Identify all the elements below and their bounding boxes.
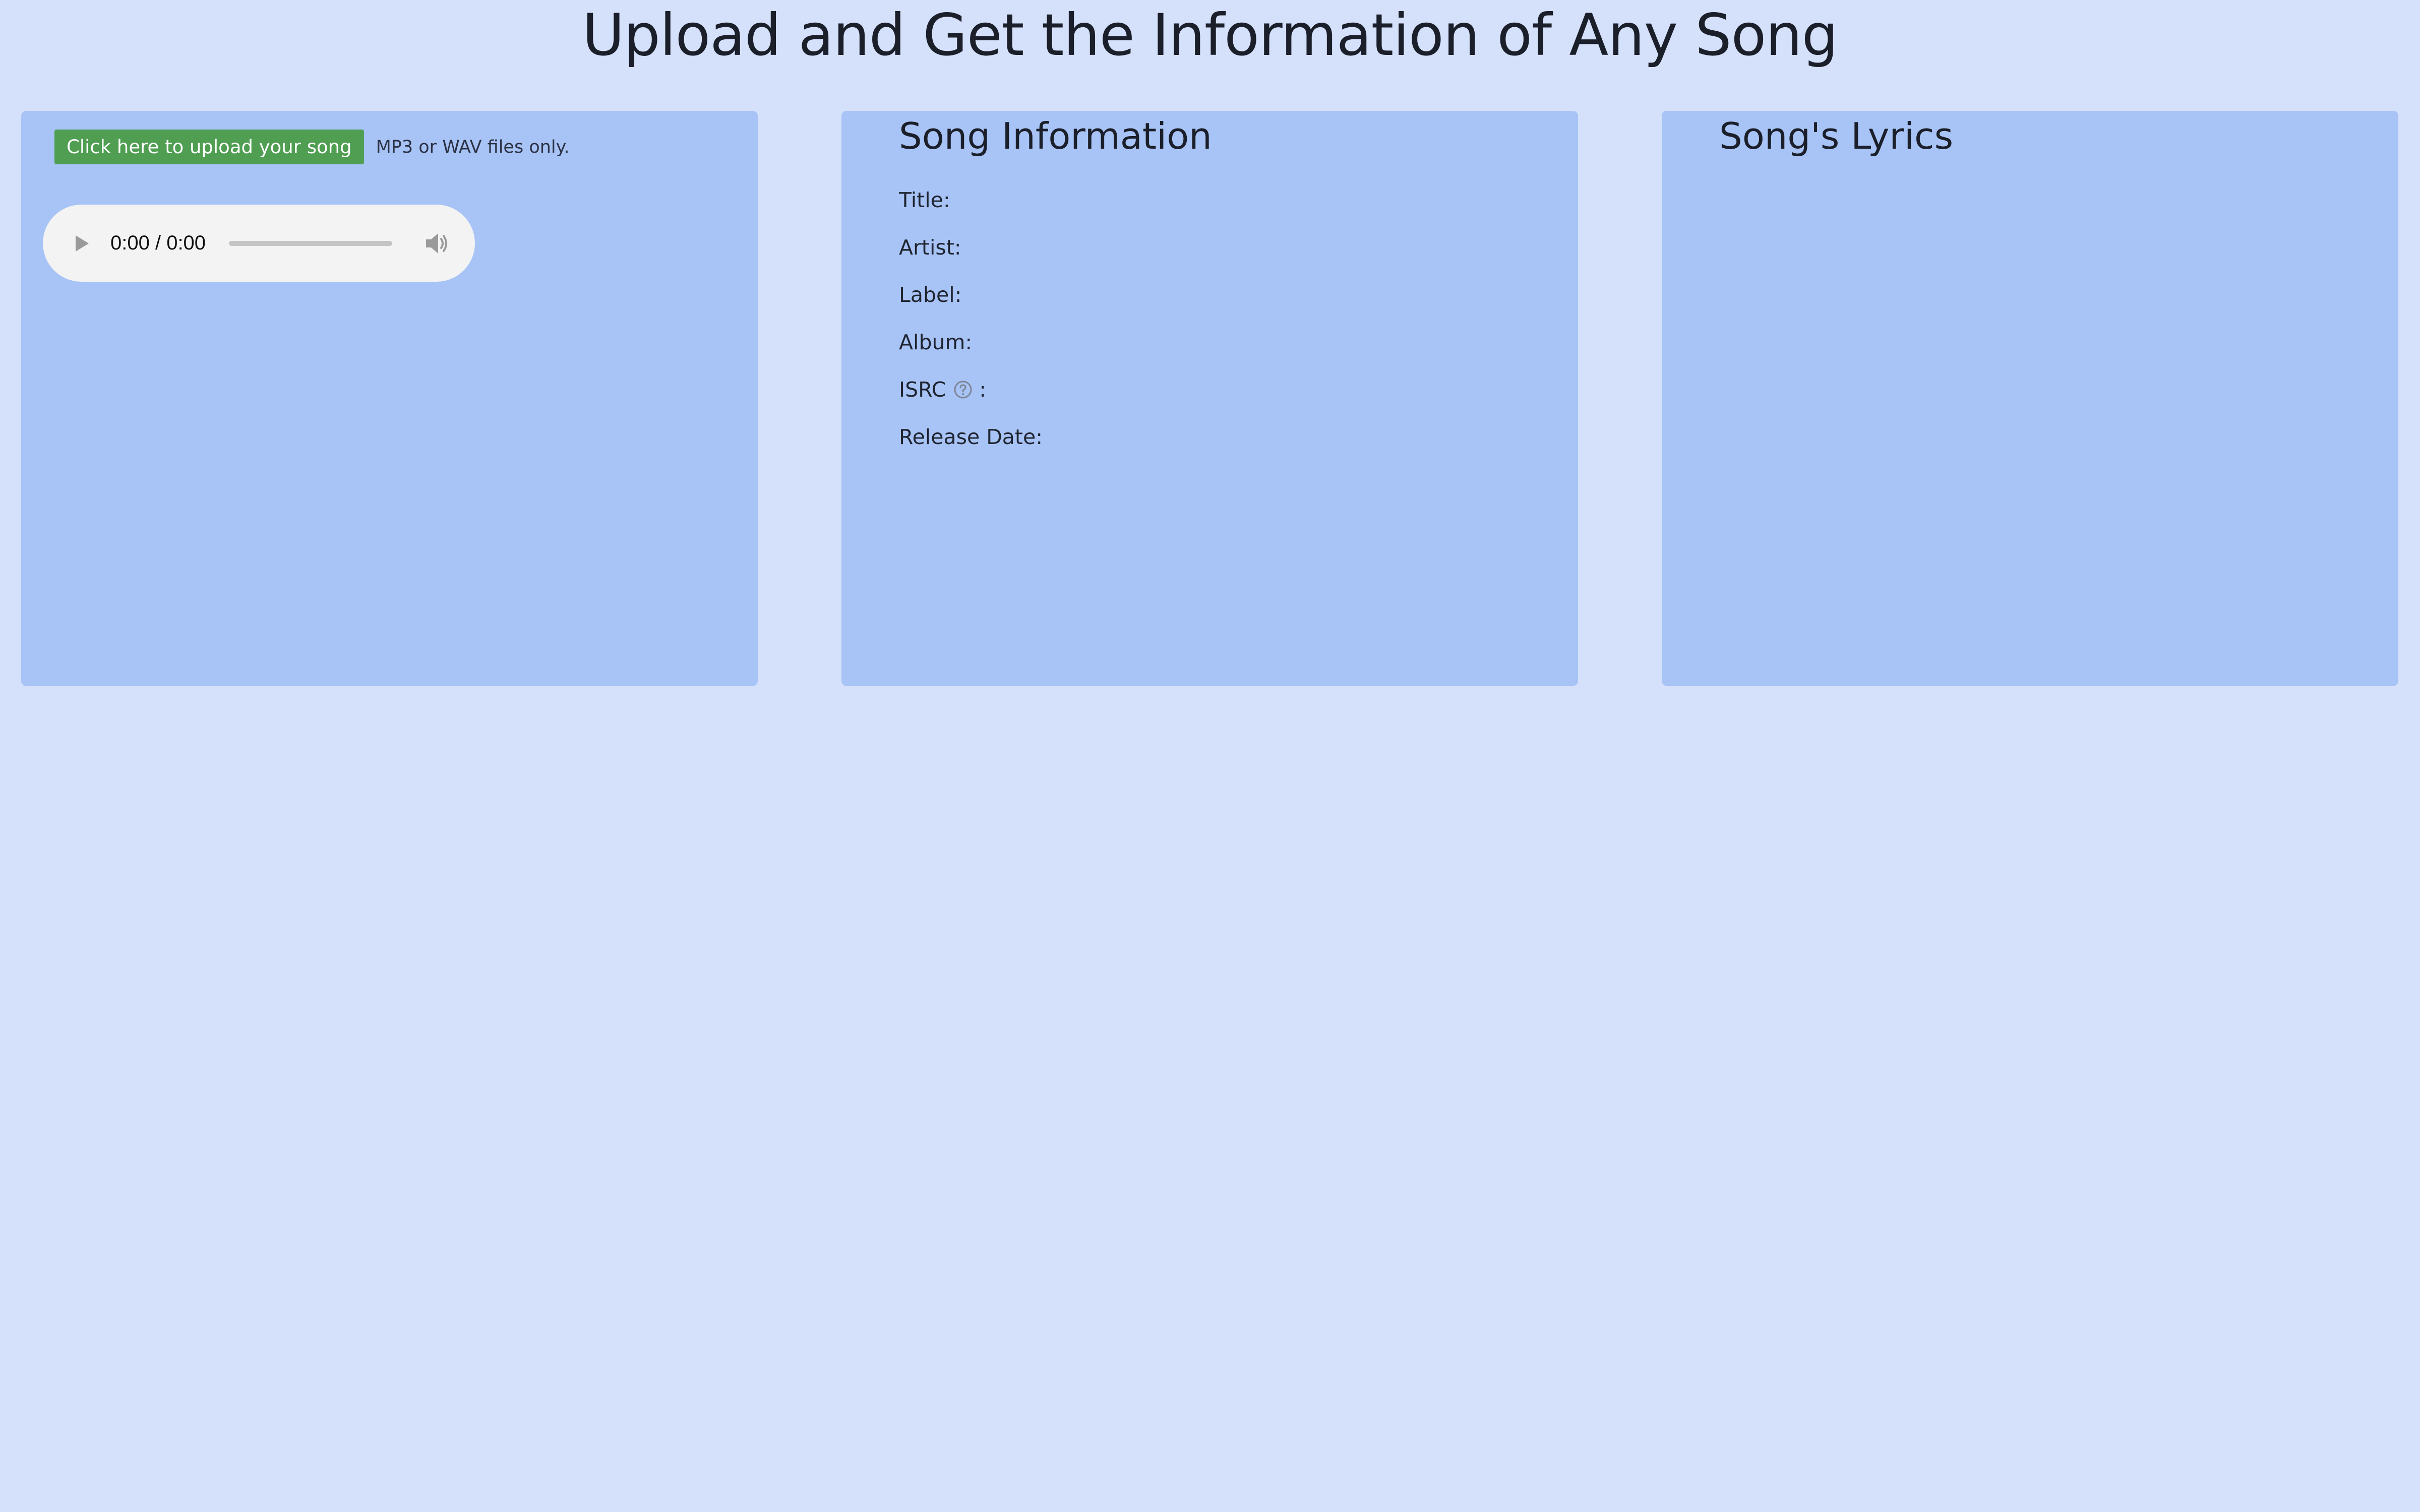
- info-row-title: Title:: [899, 176, 1049, 224]
- upload-song-button[interactable]: Click here to upload your song: [54, 130, 364, 164]
- record-label-label: Label:: [899, 283, 962, 307]
- isrc-colon: :: [979, 377, 987, 402]
- audio-time-display: 0:00 / 0:00: [110, 232, 206, 254]
- release-date-label: Release Date:: [899, 425, 1043, 449]
- play-icon[interactable]: [72, 231, 92, 256]
- info-row-release-date: Release Date:: [899, 413, 1049, 461]
- upload-row: Click here to upload your song MP3 or WA…: [54, 130, 570, 164]
- volume-icon[interactable]: [425, 230, 451, 257]
- upload-file-type-hint: MP3 or WAV files only.: [376, 137, 570, 157]
- info-row-label: Label:: [899, 271, 1049, 319]
- question-circle-icon[interactable]: [953, 380, 973, 400]
- album-label: Album:: [899, 330, 973, 354]
- volume-icon-glyph: [426, 233, 448, 254]
- info-row-album: Album:: [899, 319, 1049, 366]
- info-row-isrc: ISRC :: [899, 366, 1049, 413]
- song-information-list: Title: Artist: Label: Album: ISRC : Rele…: [899, 176, 1049, 461]
- info-row-artist: Artist:: [899, 224, 1049, 271]
- song-lyrics-panel: Song's Lyrics: [1662, 111, 2398, 686]
- isrc-label: ISRC: [899, 377, 946, 402]
- artist-label: Artist:: [899, 235, 961, 260]
- title-label: Title:: [899, 188, 950, 212]
- upload-panel: Click here to upload your song MP3 or WA…: [21, 111, 758, 686]
- song-information-heading: Song Information: [899, 115, 1212, 157]
- song-lyrics-heading: Song's Lyrics: [1719, 115, 1954, 157]
- page-title: Upload and Get the Information of Any So…: [582, 2, 1838, 69]
- question-circle-icon-glyph: [954, 381, 972, 399]
- audio-player: 0:00 / 0:00: [43, 205, 475, 282]
- play-icon-glyph: [76, 235, 89, 251]
- audio-seek-slider[interactable]: [229, 240, 393, 246]
- song-information-panel: Song Information Title: Artist: Label: A…: [841, 111, 1578, 686]
